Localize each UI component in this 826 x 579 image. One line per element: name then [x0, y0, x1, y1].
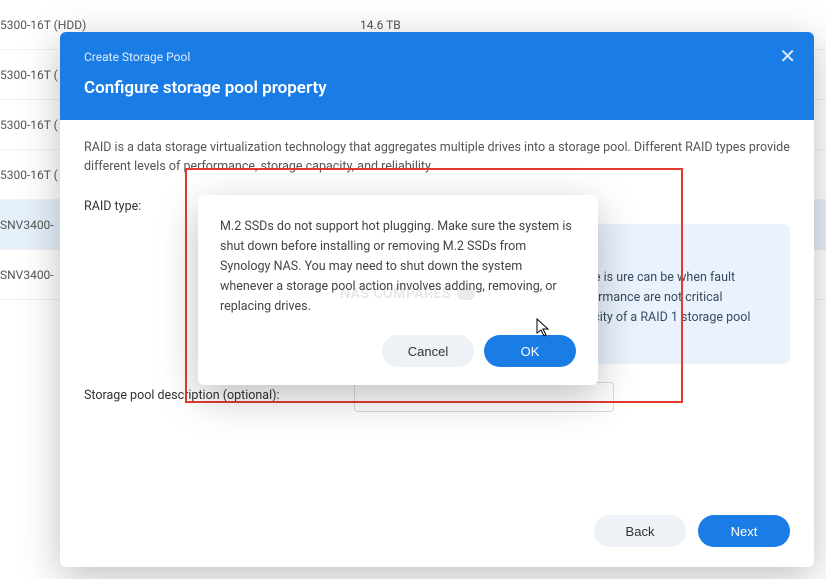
next-button[interactable]: Next — [698, 515, 790, 547]
ssd-warning-dialog: M.2 SSDs do not support hot plugging. Ma… — [198, 195, 598, 385]
wizard-header: Create Storage Pool Configure storage po… — [60, 32, 814, 120]
cancel-button[interactable]: Cancel — [382, 335, 474, 367]
wizard-footer: Back Next — [60, 501, 814, 567]
ok-button[interactable]: OK — [484, 335, 576, 367]
drive-capacity: 14.6 TB — [360, 18, 826, 32]
back-button[interactable]: Back — [594, 515, 686, 547]
page-title: Configure storage pool property — [84, 78, 790, 98]
close-icon[interactable]: ✕ — [779, 46, 796, 66]
intro-text: RAID is a data storage virtualization te… — [84, 138, 790, 177]
wizard-breadcrumb: Create Storage Pool — [84, 50, 790, 64]
alert-message: M.2 SSDs do not support hot plugging. Ma… — [220, 217, 576, 317]
pool-description-input[interactable] — [354, 382, 614, 412]
drive-label: 5300-16T (HDD) — [0, 18, 360, 32]
